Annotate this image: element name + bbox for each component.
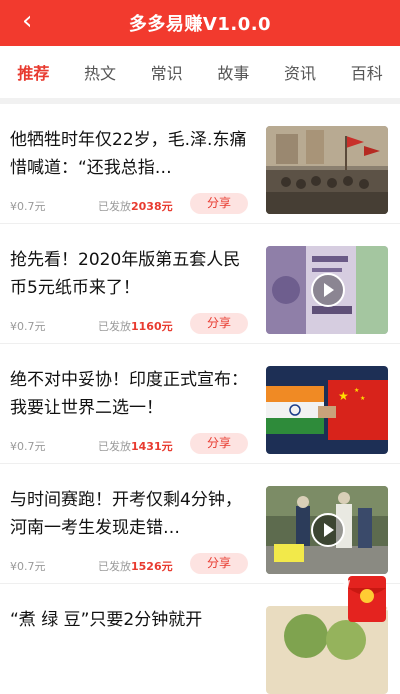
red-envelope-icon[interactable] (338, 574, 394, 624)
issued-label: 已发放 (98, 320, 131, 333)
article-title[interactable]: “煮 绿 豆”只要2分钟就开 (10, 606, 255, 634)
tab-news[interactable]: 资讯 (267, 60, 334, 84)
reward-price: ¥0.7元 (10, 200, 46, 213)
play-icon[interactable] (311, 513, 345, 547)
article-list: 他牺牲时年仅22岁，毛.泽.东痛惜喊道：“还我总指… ¥0.7元 已发放2038… (0, 104, 400, 694)
issued-amount: 1160元 (131, 320, 173, 333)
app-header: ‹ 多多易赚V1.0.0 (0, 0, 400, 46)
video-thumbnail[interactable] (266, 246, 388, 334)
tab-hot[interactable]: 热文 (67, 60, 134, 84)
reward-price: ¥0.7元 (10, 320, 46, 333)
issued-amount: 2038元 (131, 200, 173, 213)
article-title[interactable]: 他牺牲时年仅22岁，毛.泽.东痛惜喊道：“还我总指… (10, 126, 255, 182)
list-item[interactable]: 抢先看！2020年版第五套人民币5元纸币来了！ ¥0.7元 已发放1160元 分… (0, 224, 400, 344)
svg-text:★: ★ (338, 389, 349, 403)
share-button[interactable]: 分享 (190, 313, 248, 334)
svg-text:★: ★ (354, 387, 359, 394)
issued-label: 已发放 (98, 440, 131, 453)
category-tabs: 推荐 热文 常识 故事 资讯 百科 (0, 46, 400, 98)
reward-price: ¥0.7元 (10, 440, 46, 453)
tab-encyclopedia[interactable]: 百科 (333, 60, 400, 84)
article-thumbnail[interactable] (266, 126, 388, 214)
svg-text:★: ★ (360, 395, 365, 402)
chevron-left-icon[interactable]: ‹ (22, 6, 32, 36)
issued-label: 已发放 (98, 200, 131, 213)
list-item[interactable]: 绝不对中妥协！印度正式宣布：我要让世界二选一！ ¥0.7元 已发放1431元 分… (0, 344, 400, 464)
issued-info: 已发放1526元 (98, 558, 173, 574)
list-item[interactable]: 他牺牲时年仅22岁，毛.泽.东痛惜喊道：“还我总指… ¥0.7元 已发放2038… (0, 104, 400, 224)
article-thumbnail[interactable]: ★ ★ ★ (266, 366, 388, 454)
video-thumbnail[interactable] (266, 486, 388, 574)
issued-info: 已发放1160元 (98, 318, 173, 334)
article-title[interactable]: 与时间赛跑！开考仅剩4分钟，河南一考生发现走错… (10, 486, 255, 542)
share-button[interactable]: 分享 (190, 193, 248, 214)
list-item[interactable]: 与时间赛跑！开考仅剩4分钟，河南一考生发现走错… ¥0.7元 已发放1526元 … (0, 464, 400, 584)
play-icon[interactable] (311, 273, 345, 307)
reward-price: ¥0.7元 (10, 560, 46, 573)
share-button[interactable]: 分享 (190, 553, 248, 574)
tab-stories[interactable]: 故事 (200, 60, 267, 84)
issued-label: 已发放 (98, 560, 131, 573)
article-title[interactable]: 绝不对中妥协！印度正式宣布：我要让世界二选一！ (10, 366, 255, 422)
share-button[interactable]: 分享 (190, 433, 248, 454)
issued-info: 已发放1431元 (98, 438, 173, 454)
issued-amount: 1526元 (131, 560, 173, 573)
issued-amount: 1431元 (131, 440, 173, 453)
article-title[interactable]: 抢先看！2020年版第五套人民币5元纸币来了！ (10, 246, 255, 302)
issued-info: 已发放2038元 (98, 198, 173, 214)
tab-recommend[interactable]: 推荐 (0, 60, 67, 84)
page-title: 多多易赚V1.0.0 (128, 14, 272, 35)
tab-common-sense[interactable]: 常识 (133, 60, 200, 84)
